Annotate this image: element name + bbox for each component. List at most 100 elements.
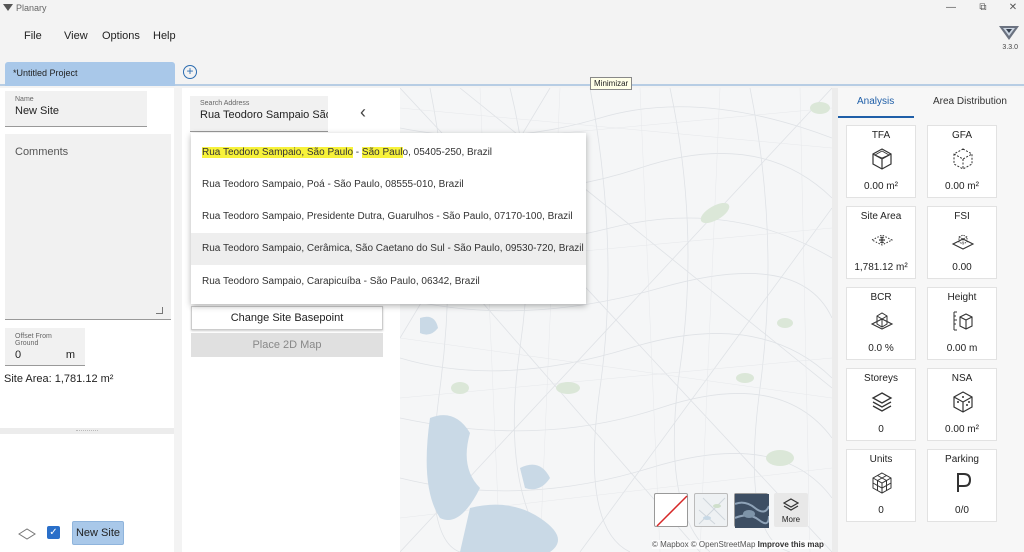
search-address-label: Search Address — [200, 100, 250, 107]
menu-view[interactable]: View — [64, 30, 88, 42]
streets-basemap-button[interactable] — [694, 493, 728, 527]
height-icon — [953, 311, 973, 331]
map-attribution: © Mapbox © OpenStreetMap Improve this ma… — [652, 540, 824, 549]
address-result-item[interactable]: Rua Teodoro Sampaio, São Paulo - São Pau… — [191, 137, 586, 169]
no-basemap-icon — [656, 495, 688, 527]
result-text: Rua Teodoro Sampaio, Carapicuíba - São P… — [202, 276, 480, 287]
result-text: Rua Teodoro Sampaio, Poá - São Paulo, 08… — [202, 179, 464, 190]
card-value: 0.00 m — [946, 343, 978, 354]
tooltip: Minimizar — [590, 77, 633, 90]
add-tab-button[interactable]: + — [183, 65, 197, 79]
comments-placeholder: Comments — [15, 146, 69, 158]
tab-area-distribution[interactable]: Area Distribution — [933, 96, 1007, 107]
units-card[interactable]: Units 0 — [846, 449, 916, 522]
place-2d-map-button[interactable]: Place 2D Map — [191, 333, 383, 357]
address-result-item[interactable]: Rua Teodoro Sampaio, Presidente Dutra, G… — [191, 201, 586, 233]
bcr-icon — [870, 312, 894, 330]
tfa-card[interactable]: TFA 0.00 m² — [846, 125, 916, 198]
satellite-basemap-icon — [734, 494, 770, 528]
card-value: 0 — [878, 505, 884, 516]
bcr-card[interactable]: BCR 0.0 % — [846, 287, 916, 360]
search-address-value[interactable]: Rua Teodoro Sampaio São — [200, 109, 328, 121]
menu-file[interactable]: File — [24, 30, 42, 42]
card-value: 0.00 m² — [864, 181, 898, 192]
layers-icon — [783, 498, 799, 511]
address-result-item[interactable]: Rua Teodoro Sampaio, Cerâmica, São Caeta… — [191, 233, 586, 265]
site-area-card[interactable]: Site Area 1,781.12 m² — [846, 206, 916, 279]
result-highlight: Rua Teodoro Sampaio, São Paulo — [202, 147, 354, 158]
site-checkbox[interactable]: ✓ — [47, 526, 60, 539]
card-title: Units — [869, 454, 893, 465]
offset-label: Offset From Ground — [15, 333, 52, 347]
card-title: Height — [947, 292, 977, 303]
site-visibility-icon[interactable] — [18, 528, 36, 540]
result-text: Rua Teodoro Sampaio, Cerâmica, São Caeta… — [202, 243, 584, 254]
dice-icon — [953, 391, 973, 413]
app-logo-icon — [3, 4, 13, 11]
site-name-label: Name — [15, 96, 34, 103]
card-title: BCR — [870, 292, 892, 303]
more-label: More — [781, 515, 801, 524]
restore-button[interactable]: ⧉ — [976, 2, 990, 14]
cube-solid-icon — [872, 148, 892, 170]
gfa-card[interactable]: GFA 0.00 m² — [927, 125, 997, 198]
card-title: Site Area — [860, 211, 902, 222]
streets-basemap-icon — [698, 497, 726, 525]
analysis-panel: Analysis Area Distribution TFA 0.00 m² G… — [838, 88, 1024, 552]
offset-from-ground-field[interactable]: Offset From Ground 0 m — [5, 328, 85, 366]
height-card[interactable]: Height 0.00 m — [927, 287, 997, 360]
menu-options[interactable]: Options — [102, 30, 140, 42]
address-results-dropdown: Rua Teodoro Sampaio, São Paulo - São Pau… — [191, 133, 586, 304]
result-highlight: São Paul — [361, 147, 403, 158]
card-title: FSI — [954, 211, 970, 222]
card-value: 1,781.12 m² — [854, 262, 908, 273]
card-value: 0.00 — [952, 262, 972, 273]
new-site-button[interactable]: New Site — [72, 521, 124, 545]
comments-textarea[interactable]: Comments — [5, 134, 171, 320]
tab-analysis[interactable]: Analysis — [857, 96, 894, 107]
units-icon — [872, 472, 892, 494]
minimize-button[interactable]: — — [944, 2, 958, 14]
site-area-icon — [870, 234, 894, 246]
fsi-icon — [951, 234, 975, 250]
tab-untitled-project[interactable]: *Untitled Project — [5, 62, 175, 86]
storeys-card[interactable]: Storeys 0 — [846, 368, 916, 441]
card-title: TFA — [871, 130, 891, 141]
parking-card[interactable]: Parking 0/0 — [927, 449, 997, 522]
offset-unit: m — [65, 349, 75, 361]
address-result-item[interactable]: Rua Teodoro Sampaio, Poá - São Paulo, 08… — [191, 169, 586, 201]
card-title: Parking — [945, 454, 979, 465]
back-chevron-icon[interactable]: ‹ — [360, 102, 366, 123]
no-basemap-button[interactable] — [654, 493, 688, 527]
satellite-basemap-button[interactable] — [734, 493, 770, 528]
improve-map-link[interactable]: Improve this map — [758, 540, 824, 549]
resize-handle-icon[interactable] — [156, 307, 163, 314]
card-title: Storeys — [864, 373, 898, 384]
card-value: 0.0 % — [868, 343, 894, 354]
change-site-basepoint-button[interactable]: Change Site Basepoint — [191, 306, 383, 330]
site-name-value[interactable]: New Site — [15, 105, 137, 117]
fsi-card[interactable]: FSI 0.00 — [927, 206, 997, 279]
window-title: Planary — [16, 3, 47, 13]
parking-icon — [957, 473, 972, 492]
card-value: 0 — [878, 424, 884, 435]
card-value: 0.00 m² — [945, 424, 979, 435]
result-text: o, 05405-250, Brazil — [402, 147, 493, 158]
address-result-item[interactable]: Rua Teodoro Sampaio, Carapicuíba - São P… — [191, 266, 586, 298]
app-version: 3.3.0 — [1002, 44, 1018, 51]
title-bar: Planary — ⧉ ✕ — [0, 0, 1024, 18]
result-text: Rua Teodoro Sampaio, Presidente Dutra, G… — [202, 211, 573, 222]
layers-icon — [871, 392, 893, 412]
result-text: - — [353, 147, 362, 158]
menu-help[interactable]: Help — [153, 30, 176, 42]
search-address-input[interactable]: Search Address Rua Teodoro Sampaio São — [190, 96, 328, 132]
site-name-field[interactable]: Name New Site — [5, 91, 147, 127]
attribution-text[interactable]: © Mapbox © OpenStreetMap — [652, 540, 755, 549]
site-properties-panel: Name New Site Comments Offset From Groun… — [0, 88, 174, 428]
close-button[interactable]: ✕ — [1006, 2, 1020, 14]
nsa-card[interactable]: NSA 0.00 m² — [927, 368, 997, 441]
site-list-panel: ✓ New Site — [0, 434, 174, 552]
more-layers-button[interactable]: More — [774, 493, 808, 527]
card-title: GFA — [951, 130, 972, 141]
project-tab-bar: *Untitled Project + — [0, 60, 1024, 86]
